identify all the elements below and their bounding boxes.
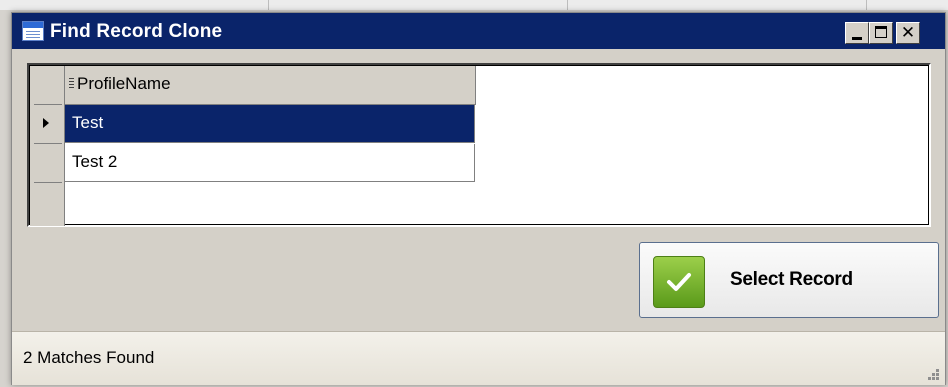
window-title: Find Record Clone [50,21,223,42]
table-row[interactable]: Test 2 [65,144,475,182]
maximize-icon [875,26,887,38]
background-divider [268,0,269,10]
table-row[interactable]: Test [65,105,475,143]
current-row-arrow-icon [43,118,49,128]
status-text: 2 Matches Found [23,348,155,367]
column-grip-icon [69,78,74,92]
minimize-icon [852,37,862,40]
profile-name-cell: Test 2 [72,152,118,171]
checkmark-icon [653,256,705,308]
select-record-label: Select Record [730,269,853,290]
background-divider [567,0,568,10]
background-strip [0,0,948,10]
select-record-button[interactable]: Select Record [639,242,939,318]
resize-grip-icon[interactable] [925,366,939,380]
table-form-icon [22,21,44,41]
profile-name-cell: Test [72,113,104,132]
column-header-label: ProfileName [77,74,171,93]
minimize-button[interactable] [845,22,869,44]
background-divider [866,0,867,10]
close-button[interactable]: ✕ [896,22,920,44]
results-grid[interactable]: ProfileName Test Test 2 [27,63,931,227]
find-record-window: Find Record Clone ✕ ProfileName Test Tes… [11,12,946,385]
maximize-button[interactable] [869,22,893,44]
close-icon: ✕ [900,23,916,43]
row-header-column [30,66,65,226]
status-bar: 2 Matches Found [12,331,945,385]
title-bar[interactable]: Find Record Clone ✕ [12,13,945,49]
column-header-profilename[interactable]: ProfileName [65,66,476,105]
